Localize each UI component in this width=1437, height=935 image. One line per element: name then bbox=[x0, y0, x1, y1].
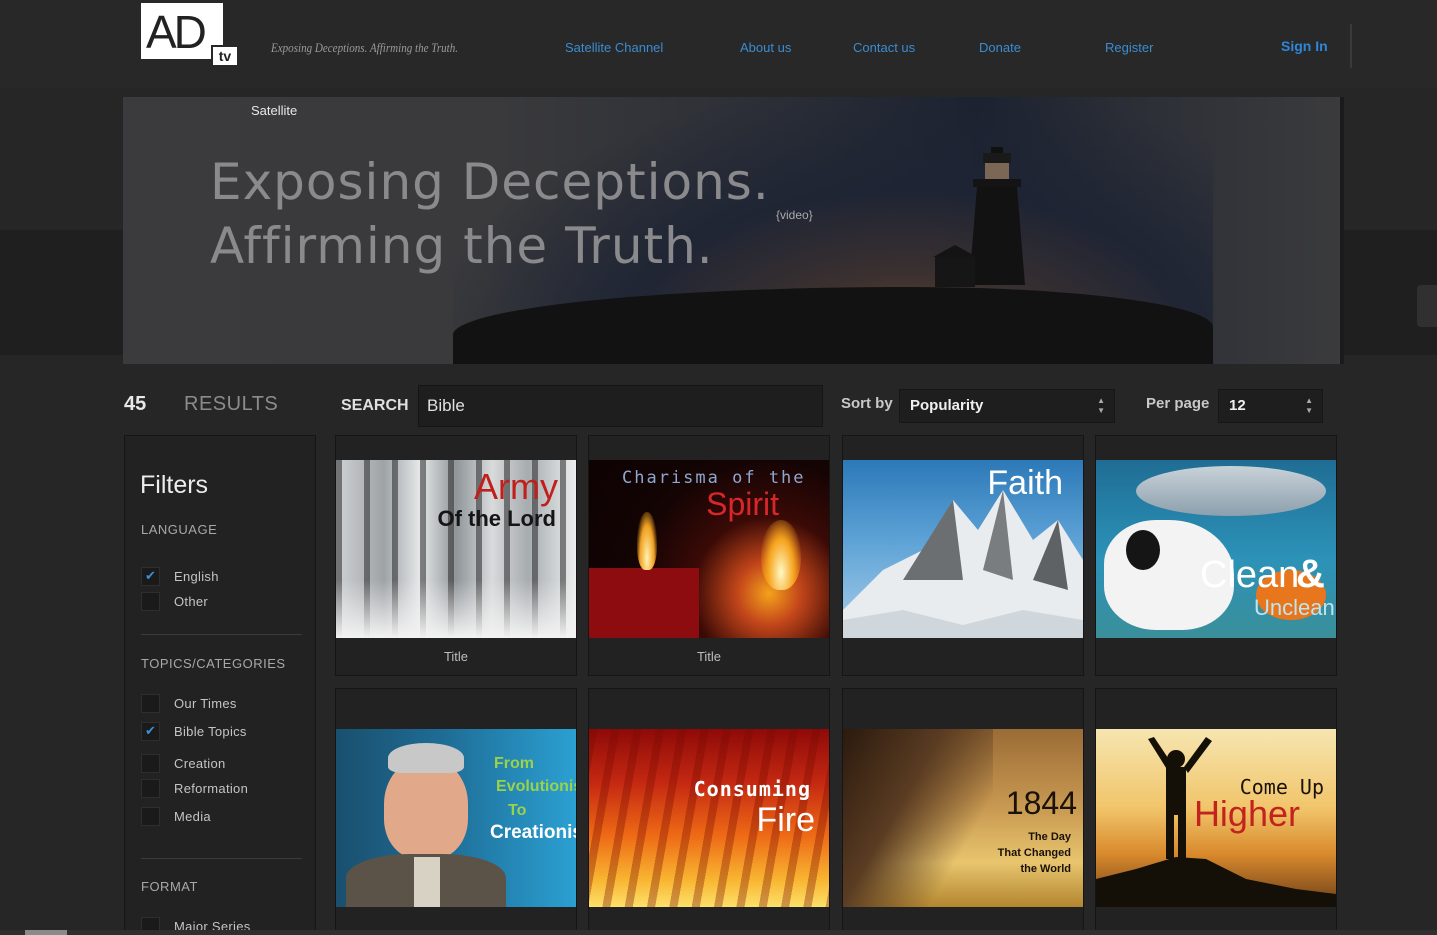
filter-label: Creation bbox=[174, 755, 226, 771]
sign-in-link[interactable]: Sign In bbox=[1281, 38, 1328, 54]
thumbnail-charisma-of-the-spirit: Charisma of the Spirit bbox=[589, 460, 829, 638]
results-count: 45 bbox=[124, 393, 147, 415]
nav-register[interactable]: Register bbox=[1105, 40, 1153, 55]
sort-select[interactable]: Popularity ▲ ▼ bbox=[899, 389, 1115, 423]
thumb-text: That Changed bbox=[997, 847, 1071, 859]
video-card[interactable]: Army Of the Lord Title bbox=[335, 435, 577, 676]
sort-by-label: Sort by bbox=[841, 395, 893, 412]
filters-title: Filters bbox=[140, 471, 209, 499]
checkbox-reformation[interactable] bbox=[141, 778, 160, 798]
search-label: SEARCH bbox=[341, 397, 409, 414]
thumb-text: From bbox=[494, 755, 534, 772]
updown-arrows-icon: ▲ ▼ bbox=[1305, 396, 1313, 415]
hero-headline-line1: Exposing Deceptions. bbox=[210, 153, 770, 211]
thumb-text: Army bbox=[474, 466, 558, 507]
side-tab-handle[interactable] bbox=[1417, 285, 1437, 327]
thumb-text: 1844 bbox=[1005, 785, 1077, 821]
hero-headline-line2: Affirming the Truth. bbox=[210, 217, 714, 275]
nav-about-us[interactable]: About us bbox=[740, 40, 791, 55]
thumb-text: To bbox=[508, 802, 527, 819]
filters-sidebar: Filters LANGUAGE English Other TOPICS/CA… bbox=[124, 435, 316, 935]
thumb-text: Creationist bbox=[490, 822, 576, 843]
search-input[interactable] bbox=[418, 385, 823, 427]
logo-tv-badge: tv bbox=[211, 45, 239, 67]
filter-divider bbox=[141, 858, 302, 859]
horizontal-scrollbar[interactable] bbox=[0, 930, 1437, 935]
thumbnail-consuming-fire: Consuming Fire bbox=[589, 729, 829, 907]
hero-banner: Satellite Exposing Deceptions. Affirming… bbox=[123, 97, 1344, 364]
filter-divider bbox=[141, 634, 302, 635]
thumb-text: Faith bbox=[987, 464, 1063, 502]
video-placeholder: {video} bbox=[776, 208, 813, 222]
checkbox-english[interactable] bbox=[141, 566, 160, 586]
filter-heading-format: FORMAT bbox=[141, 879, 198, 894]
video-card[interactable]: 1844 The Day That Changed the World bbox=[842, 688, 1084, 935]
thumb-text: The Day bbox=[1028, 831, 1071, 843]
filter-heading-language: LANGUAGE bbox=[141, 522, 218, 537]
header-divider bbox=[1350, 24, 1352, 68]
thumbnail-come-up-higher: Come Up Higher bbox=[1096, 729, 1336, 907]
filter-other[interactable]: Other bbox=[141, 591, 208, 611]
nav-donate[interactable]: Donate bbox=[979, 40, 1021, 55]
filter-our-times[interactable]: Our Times bbox=[141, 693, 237, 713]
filter-creation[interactable]: Creation bbox=[141, 753, 226, 773]
thumb-text: Higher bbox=[1193, 793, 1300, 834]
thumbnail-army-of-the-lord: Army Of the Lord bbox=[336, 460, 576, 638]
checkbox-other[interactable] bbox=[141, 591, 160, 611]
per-page-label: Per page bbox=[1146, 395, 1210, 412]
thumb-text: Charisma of the bbox=[622, 468, 806, 488]
checkbox-our-times[interactable] bbox=[141, 693, 160, 713]
results-label: RESULTS bbox=[184, 393, 279, 415]
filter-english[interactable]: English bbox=[141, 566, 219, 586]
thumb-text: Spirit bbox=[706, 486, 779, 522]
video-card[interactable]: Consuming Fire bbox=[588, 688, 830, 935]
thumbnail-from-evolutionist-to-creationist: From Evolutionist To Creationist bbox=[336, 729, 576, 907]
card-title[interactable]: Title bbox=[336, 649, 576, 664]
video-card[interactable]: Come Up Higher bbox=[1095, 688, 1337, 935]
site-tagline: Exposing Deceptions. Affirming the Truth… bbox=[271, 40, 459, 55]
checkbox-bible-topics[interactable] bbox=[141, 721, 160, 741]
filter-reformation[interactable]: Reformation bbox=[141, 778, 248, 798]
thumb-text: Clean bbox=[1200, 554, 1300, 596]
card-title[interactable]: Title bbox=[589, 649, 829, 664]
video-card[interactable]: Clean & Unclean bbox=[1095, 435, 1337, 676]
thumb-text: & bbox=[1296, 552, 1325, 596]
video-card[interactable]: Faith bbox=[842, 435, 1084, 676]
filter-bible-topics[interactable]: Bible Topics bbox=[141, 721, 247, 741]
filter-label: English bbox=[174, 568, 219, 584]
thumb-text: Consuming bbox=[693, 777, 811, 801]
thumb-text: Evolutionist bbox=[496, 778, 576, 795]
nav-satellite-channel[interactable]: Satellite Channel bbox=[565, 40, 663, 55]
hero-border bbox=[1340, 97, 1344, 364]
checkbox-creation[interactable] bbox=[141, 753, 160, 773]
horizontal-scrollbar-thumb[interactable] bbox=[25, 930, 67, 935]
filter-label: Our Times bbox=[174, 695, 237, 711]
thumbnail-clean-and-unclean: Clean & Unclean bbox=[1096, 460, 1336, 638]
checkbox-media[interactable] bbox=[141, 806, 160, 826]
filter-label: Other bbox=[174, 593, 209, 609]
filter-media[interactable]: Media bbox=[141, 806, 211, 826]
per-page-value: 12 bbox=[1229, 397, 1246, 414]
updown-arrows-icon: ▲ ▼ bbox=[1097, 396, 1105, 415]
video-card[interactable]: Charisma of the Spirit Title bbox=[588, 435, 830, 676]
thumb-text: Unclean bbox=[1254, 595, 1335, 620]
filter-heading-topics: TOPICS/CATEGORIES bbox=[141, 656, 286, 671]
thumb-text: the World bbox=[1020, 863, 1071, 875]
thumbnail-faith: Faith bbox=[843, 460, 1083, 638]
nav-contact-us[interactable]: Contact us bbox=[853, 40, 915, 55]
video-card[interactable]: From Evolutionist To Creationist bbox=[335, 688, 577, 935]
filter-label: Bible Topics bbox=[174, 723, 247, 739]
thumb-text: Of the Lord bbox=[437, 506, 556, 531]
filter-label: Media bbox=[174, 808, 211, 824]
hero-satellite-label: Satellite bbox=[251, 103, 298, 118]
filter-label: Reformation bbox=[174, 780, 249, 796]
thumb-text: Fire bbox=[756, 801, 815, 839]
per-page-select[interactable]: 12 ▲ ▼ bbox=[1218, 389, 1323, 423]
site-header: AD tv Exposing Deceptions. Affirming the… bbox=[0, 0, 1437, 88]
thumbnail-1844: 1844 The Day That Changed the World bbox=[843, 729, 1083, 907]
sort-select-value: Popularity bbox=[910, 397, 984, 414]
adtv-logo[interactable]: AD tv bbox=[141, 3, 239, 67]
